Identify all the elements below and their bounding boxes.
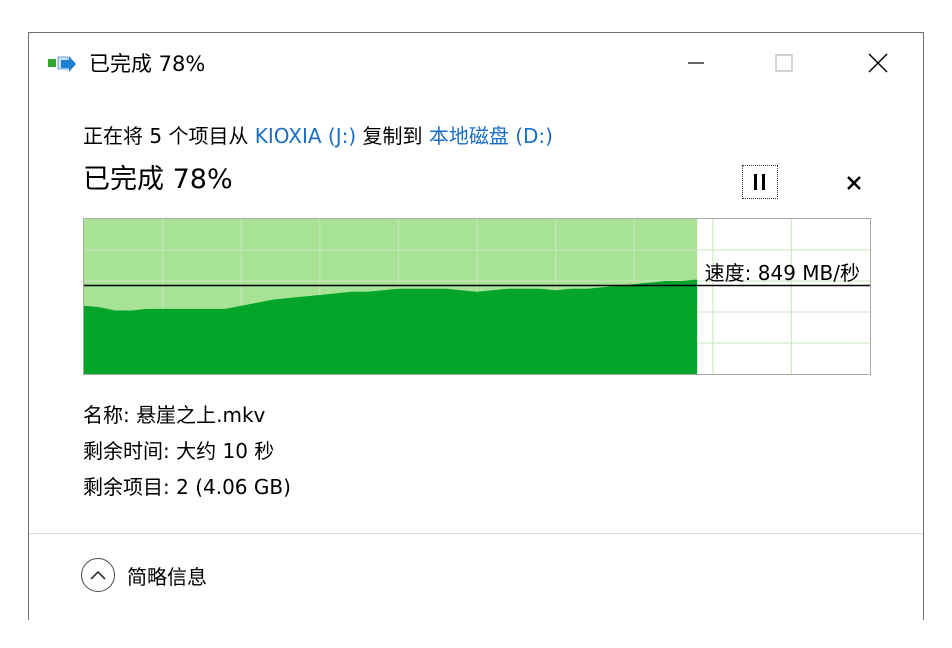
speed-graph-canvas: [84, 219, 870, 374]
progress-status: 已完成 78%: [83, 164, 233, 195]
close-icon: [868, 53, 888, 73]
copy-progress-dialog: 已完成 78% 正在将 5 个项目从 KIOXIA (J:) 复制到 本地磁盘 …: [28, 32, 924, 620]
description-middle: 复制到: [356, 124, 429, 148]
pause-icon: [754, 174, 765, 190]
description-prefix: 正在将 5 个项目从: [83, 124, 255, 148]
file-name-label: 名称:: [83, 403, 137, 427]
window-title: 已完成 78%: [89, 52, 206, 76]
details-section: 名称: 悬崖之上.mkv 剩余时间: 大约 10 秒 剩余项目: 2 (4.06…: [83, 397, 291, 505]
speed-graph: 速度: 849 MB/秒: [83, 218, 871, 375]
less-details-toggle[interactable]: 简略信息: [81, 558, 207, 592]
items-remaining-value: 2 (4.06 GB): [176, 475, 291, 499]
pause-button[interactable]: [742, 165, 778, 199]
footer: 简略信息: [29, 534, 923, 620]
destination-link[interactable]: 本地磁盘 (D:): [429, 124, 553, 148]
title-bar: 已完成 78%: [29, 33, 923, 95]
less-details-label: 简略信息: [127, 564, 207, 589]
close-window-button[interactable]: [855, 41, 901, 85]
maximize-button[interactable]: [761, 41, 807, 85]
source-link[interactable]: KIOXIA (J:): [255, 124, 356, 148]
time-remaining-row: 剩余时间: 大约 10 秒: [83, 433, 291, 469]
file-name-value: 悬崖之上.mkv: [136, 403, 266, 427]
minimize-button[interactable]: [673, 41, 719, 85]
minimize-icon: [688, 62, 704, 64]
chevron-up-icon: [81, 558, 115, 592]
time-remaining-value: 大约 10 秒: [176, 439, 275, 463]
time-remaining-label: 剩余时间:: [83, 439, 177, 463]
speed-label: 速度: 849 MB/秒: [704, 261, 860, 285]
maximize-icon: [775, 54, 793, 72]
cancel-button[interactable]: [837, 167, 871, 199]
items-remaining-row: 剩余项目: 2 (4.06 GB): [83, 469, 291, 505]
copy-description: 正在将 5 个项目从 KIOXIA (J:) 复制到 本地磁盘 (D:): [83, 121, 553, 151]
copy-transfer-icon: [47, 53, 77, 75]
file-name-row: 名称: 悬崖之上.mkv: [83, 397, 291, 433]
items-remaining-label: 剩余项目:: [83, 475, 177, 499]
cancel-icon: [847, 176, 861, 190]
